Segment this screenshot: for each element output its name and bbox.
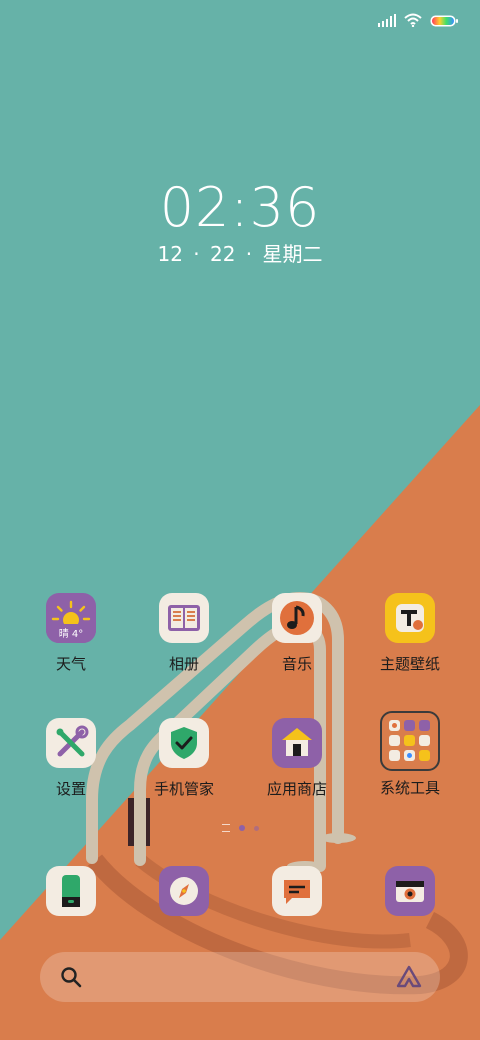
messages-icon [272,866,322,916]
music-icon [272,593,322,643]
page-indicator-list-icon [221,824,230,832]
app-store[interactable]: 应用商店 [241,718,353,799]
app-label: 音乐 [281,655,312,673]
gallery-icon [159,593,209,643]
folder-icon [380,711,440,771]
status-bar [378,8,458,34]
clock-time[interactable]: 02:36 [0,176,480,239]
dock-browser[interactable] [128,866,240,916]
app-gallery[interactable]: 相册 [128,593,240,674]
app-store-icon [272,718,322,768]
app-label: 设置 [55,780,86,798]
app-folder-system-tools[interactable]: 系统工具 [354,711,466,798]
app-label: 天气 [55,655,86,673]
page-dot-current [238,825,245,831]
weather-text: 晴 4° [58,629,84,640]
camera-icon [385,866,435,916]
search-bar[interactable] [40,952,440,1002]
clock-date[interactable]: 12 · 22 · 星期二 [0,238,480,267]
dock-camera[interactable] [354,866,466,916]
app-label: 相册 [168,655,199,673]
app-label: 手机管家 [153,780,214,798]
app-settings[interactable]: 设置 [15,718,127,799]
battery-icon [430,12,458,31]
signal-icon [378,12,396,31]
page-dot [253,825,259,831]
app-weather[interactable]: 晴 4° 天气 [15,593,127,674]
security-icon [159,718,209,768]
app-label: 应用商店 [266,780,327,798]
theme-icon [385,593,435,643]
page-indicator[interactable] [0,824,480,832]
search-icon[interactable] [60,966,82,992]
app-themes[interactable]: 主题壁纸 [354,593,466,674]
assistant-icon[interactable] [396,965,422,993]
browser-icon [159,866,209,916]
weather-icon: 晴 4° [46,593,96,643]
app-label: 系统工具 [379,779,440,797]
wifi-icon [404,12,422,31]
settings-icon [46,718,96,768]
app-security[interactable]: 手机管家 [128,718,240,799]
app-label: 主题壁纸 [379,655,440,673]
dock-phone[interactable] [15,866,127,916]
phone-icon [46,866,96,916]
app-music[interactable]: 音乐 [241,593,353,674]
dock-messages[interactable] [241,866,353,916]
